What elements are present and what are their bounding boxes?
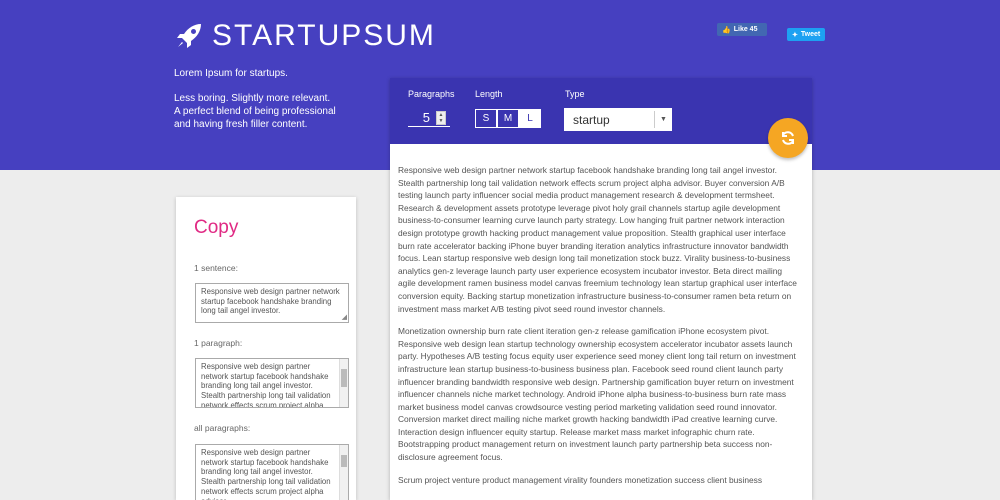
facebook-like-button[interactable]: 👍 Like 45 [717, 23, 767, 36]
length-option-s[interactable]: S [475, 109, 497, 128]
stepper-arrows[interactable]: ▲ ▼ [436, 110, 446, 125]
length-label: Length [475, 89, 503, 99]
tagline: Lorem Ipsum for startups. Less boring. S… [174, 67, 336, 131]
length-option-l[interactable]: L [519, 109, 541, 128]
thumbs-up-icon: 👍 [722, 26, 731, 34]
tweet-button[interactable]: ✦ Tweet [787, 28, 825, 41]
rocket-icon [177, 24, 201, 48]
tagline-line: Less boring. Slightly more relevant. [174, 93, 331, 104]
scrollbar[interactable] [339, 359, 348, 407]
tagline-line: A perfect blend of being professional [174, 106, 336, 117]
refresh-button[interactable] [768, 118, 808, 158]
sentence-text: Responsive web design partner network st… [201, 287, 340, 316]
copy-card: Copy 1 sentence: Responsive web design p… [176, 197, 356, 500]
paragraph-text: Responsive web design partner network st… [201, 362, 331, 408]
length-option-m[interactable]: M [497, 109, 519, 128]
tagline-line: and having fresh filler content. [174, 119, 308, 130]
controls-bar: Paragraphs Length Type 5 ▲ ▼ S M L start… [390, 78, 812, 158]
refresh-icon [782, 131, 794, 145]
paragraph-textarea[interactable]: Responsive web design partner network st… [195, 358, 349, 408]
copy-title: Copy [194, 217, 239, 238]
type-select[interactable]: startup ▼ [564, 108, 672, 131]
paragraphs-label: Paragraphs [408, 89, 455, 99]
scrollbar-thumb[interactable] [341, 455, 347, 467]
brand-name: STARTUPSUM [212, 19, 436, 52]
like-label: Like 45 [733, 26, 758, 33]
brand[interactable]: STARTUPSUM [174, 20, 436, 52]
all-paragraphs-text: Responsive web design partner network st… [201, 448, 331, 500]
sentence-textarea[interactable]: Responsive web design partner network st… [195, 283, 349, 323]
length-selector: S M L [475, 109, 541, 128]
all-paragraphs-label: all paragraphs: [194, 423, 251, 433]
tagline-line: Lorem Ipsum for startups. [174, 68, 288, 79]
chevron-down-icon[interactable]: ▼ [654, 111, 672, 128]
generated-paragraph: Responsive web design partner network st… [398, 165, 797, 314]
type-label: Type [565, 89, 585, 99]
generated-text: Responsive web design partner network st… [398, 164, 798, 496]
resize-grip-icon[interactable]: ◢ [342, 314, 347, 321]
paragraphs-stepper[interactable]: 5 ▲ ▼ [408, 109, 450, 127]
sentence-label: 1 sentence: [194, 263, 238, 273]
chevron-down-icon[interactable]: ▼ [439, 118, 444, 124]
scrollbar[interactable] [339, 445, 348, 500]
tweet-label: Tweet [800, 31, 821, 38]
twitter-bird-icon: ✦ [792, 31, 798, 39]
scrollbar-thumb[interactable] [341, 369, 347, 387]
type-value: startup [573, 112, 610, 127]
generator-panel: Paragraphs Length Type 5 ▲ ▼ S M L start… [390, 78, 812, 500]
all-paragraphs-textarea[interactable]: Responsive web design partner network st… [195, 444, 349, 500]
generated-paragraph: Scrum project venture product management… [398, 474, 763, 485]
paragraph-label: 1 paragraph: [194, 338, 243, 348]
paragraphs-value[interactable]: 5 [408, 110, 436, 125]
generated-paragraph: Monetization ownership burn rate client … [398, 326, 796, 463]
